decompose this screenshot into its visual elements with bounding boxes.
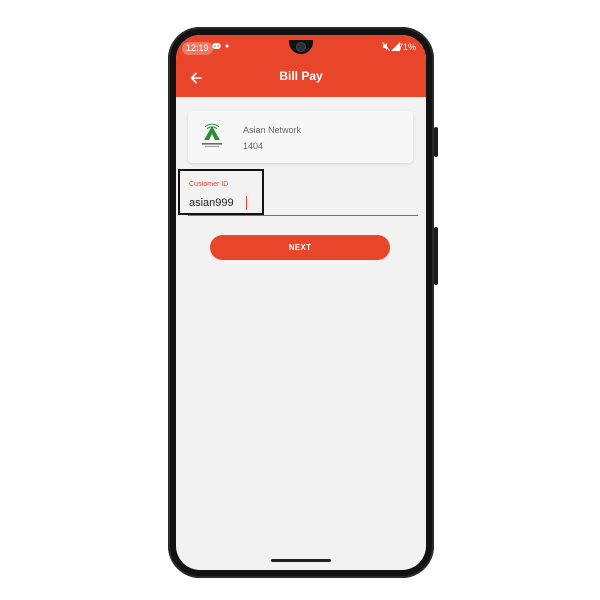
status-time: 12:19 <box>182 42 213 55</box>
phone-frame: 12:19 71% Bill Pay Asian Network 1404 Cu… <box>168 27 438 578</box>
volume-button <box>434 227 438 285</box>
phone-screen: 12:19 71% Bill Pay Asian Network 1404 Cu… <box>176 35 426 570</box>
asian-network-logo <box>200 123 224 151</box>
stage: 12:19 71% Bill Pay Asian Network 1404 Cu… <box>0 0 600 600</box>
status-bar: 12:19 71% <box>176 39 426 59</box>
dot-icon <box>225 42 229 53</box>
app-bar: Bill Pay <box>176 59 426 97</box>
biller-card: Asian Network 1404 <box>188 111 413 163</box>
biller-code: 1404 <box>243 141 264 151</box>
page-title: Bill Pay <box>279 69 323 83</box>
next-button[interactable]: NEXT <box>210 235 390 260</box>
power-button <box>434 127 438 157</box>
home-indicator[interactable] <box>271 559 331 562</box>
mute-icon <box>382 42 390 54</box>
discord-icon <box>212 42 221 53</box>
customer-id-label: Customer ID <box>189 181 229 188</box>
battery-level: 71% <box>397 42 416 52</box>
camera-lens-icon <box>296 42 306 52</box>
field-underline <box>188 215 418 216</box>
customer-id-input[interactable] <box>188 193 417 213</box>
front-camera <box>289 40 313 54</box>
biller-name: Asian Network <box>243 125 302 135</box>
text-cursor <box>246 196 247 210</box>
customer-id-field: Customer ID <box>188 181 418 221</box>
